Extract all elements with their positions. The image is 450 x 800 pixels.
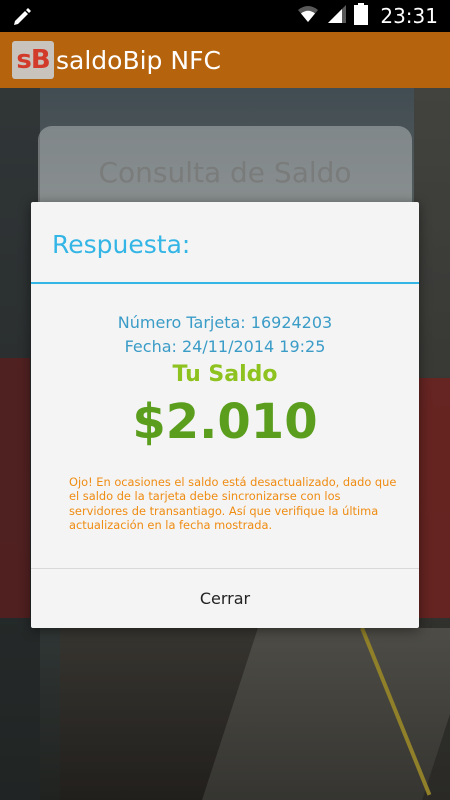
wifi-icon bbox=[296, 4, 320, 28]
status-bar: 23:31 bbox=[0, 0, 450, 32]
sync-warning-text: Ojo! En ocasiones el saldo está desactua… bbox=[69, 475, 397, 533]
battery-icon bbox=[354, 3, 369, 29]
app-logo[interactable]: sB bbox=[12, 41, 54, 79]
card-number-text: Número Tarjeta: 16924203 bbox=[117, 313, 333, 332]
dialog-title: Respuesta: bbox=[52, 230, 191, 259]
close-button[interactable]: Cerrar bbox=[31, 569, 419, 628]
app-title: saldoBip NFC bbox=[56, 45, 221, 75]
dialog-title-divider bbox=[31, 282, 419, 284]
balance-amount: $2.010 bbox=[132, 394, 318, 450]
edit-pencil-icon bbox=[0, 0, 42, 32]
clock: 23:31 bbox=[380, 4, 438, 28]
signal-icon bbox=[326, 4, 348, 28]
response-dialog: Respuesta: Número Tarjeta: 16924203 Fech… bbox=[31, 202, 419, 628]
balance-label: Tu Saldo bbox=[172, 362, 278, 387]
app-bar: sB saldoBip NFC bbox=[0, 32, 450, 88]
date-text: Fecha: 24/11/2014 19:25 bbox=[124, 337, 326, 356]
card-title: Consulta de Saldo bbox=[98, 156, 352, 189]
